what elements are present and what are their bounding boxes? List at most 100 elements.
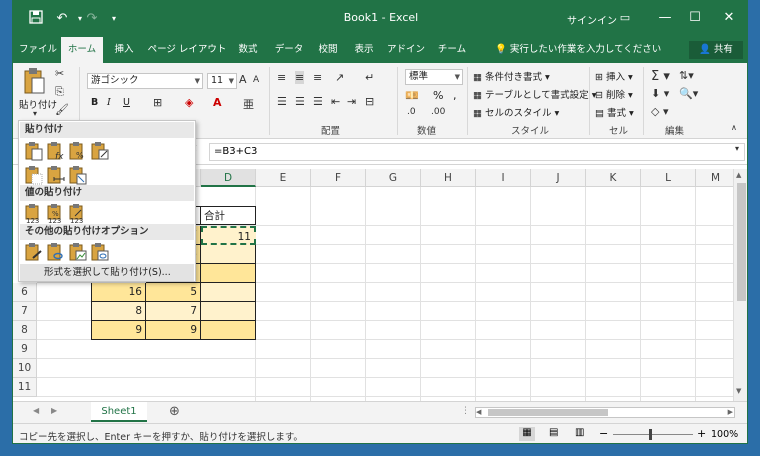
increase-decimal-icon[interactable]: .0 xyxy=(407,107,416,117)
align-center-icon[interactable]: ☰ xyxy=(295,95,305,108)
find-select-icon[interactable]: 🔍▾ xyxy=(679,87,698,100)
cell-d2[interactable]: 11 xyxy=(201,226,256,245)
decrease-indent-icon[interactable]: ⇤ xyxy=(331,95,340,108)
phonetic-icon[interactable]: 亜 xyxy=(243,96,254,112)
paste-transpose-icon[interactable] xyxy=(69,165,87,185)
decrease-decimal-icon[interactable]: .00 xyxy=(431,107,445,117)
tab-view[interactable]: 表示 xyxy=(347,37,381,63)
column-header-m[interactable]: M xyxy=(696,169,733,187)
row-header-8[interactable]: 8 xyxy=(13,321,37,340)
vertical-scrollbar[interactable]: ▲ ▼ xyxy=(733,169,747,401)
zoom-in-button[interactable]: + xyxy=(697,427,706,440)
autosum-icon[interactable]: Σ ▾ xyxy=(651,69,670,84)
paste-picture-icon[interactable] xyxy=(69,242,87,262)
italic-button[interactable]: I xyxy=(107,97,111,108)
tab-home[interactable]: ホーム xyxy=(61,37,103,63)
zoom-slider[interactable] xyxy=(613,434,693,435)
normal-view-icon[interactable]: ▦ xyxy=(519,427,535,441)
column-header-l[interactable]: L xyxy=(641,169,696,187)
bold-button[interactable]: B xyxy=(91,97,98,108)
align-bottom-icon[interactable]: ≡ xyxy=(313,71,322,84)
row-header-9[interactable]: 9 xyxy=(13,340,37,359)
scroll-up-icon[interactable]: ▲ xyxy=(736,171,741,179)
orientation-icon[interactable]: ↗ xyxy=(335,71,344,84)
cell-d1[interactable]: 合計 xyxy=(201,206,256,225)
tab-data[interactable]: データ xyxy=(269,37,309,63)
row-header-11[interactable]: 11 xyxy=(13,378,37,397)
decrease-font-icon[interactable]: A xyxy=(253,75,259,85)
paste-no-borders-icon[interactable] xyxy=(25,165,43,185)
paste-link-icon[interactable] xyxy=(47,242,65,262)
page-layout-view-icon[interactable]: ▤ xyxy=(549,427,558,438)
number-format-combo[interactable]: 標準 ▼ xyxy=(405,69,463,85)
format-painter-icon[interactable]: 🖌 xyxy=(55,103,69,116)
maximize-button[interactable]: ☐ xyxy=(683,9,707,27)
clear-icon[interactable]: ◇ ▾ xyxy=(651,105,668,118)
collapse-ribbon-icon[interactable]: ∧ xyxy=(731,123,737,132)
horizontal-scrollbar[interactable]: ◀ ▶ xyxy=(475,407,735,418)
vertical-scroll-thumb[interactable] xyxy=(737,183,746,301)
copy-icon[interactable]: ⎘ xyxy=(55,85,64,99)
paste-icon[interactable] xyxy=(25,141,43,161)
format-cells-button[interactable]: ▤ 書式 ▾ xyxy=(595,105,634,119)
paste-formatting-icon[interactable] xyxy=(25,242,43,262)
tab-file[interactable]: ファイル xyxy=(17,37,59,63)
tab-insert[interactable]: 挿入 xyxy=(107,37,141,63)
cell-c6[interactable]: 5 xyxy=(146,283,201,302)
column-header-d[interactable]: D xyxy=(201,169,256,187)
format-as-table-button[interactable]: ▦ テーブルとして書式設定 ▾ xyxy=(473,87,596,101)
expand-formula-icon[interactable]: ▾ xyxy=(735,144,739,153)
align-left-icon[interactable]: ☰ xyxy=(277,95,287,108)
increase-indent-icon[interactable]: ⇥ xyxy=(347,95,356,108)
formula-input[interactable]: =B3+C3 xyxy=(209,143,745,161)
paste-keep-source-format-icon[interactable] xyxy=(91,141,109,161)
percent-button[interactable]: % xyxy=(433,89,443,102)
horizontal-scroll-thumb[interactable] xyxy=(488,409,608,416)
tab-addins[interactable]: アドイン xyxy=(383,37,429,63)
scroll-right-icon[interactable]: ▶ xyxy=(728,408,733,416)
currency-icon[interactable]: 💴 xyxy=(405,89,419,102)
increase-font-icon[interactable]: A xyxy=(239,73,247,86)
cut-icon[interactable]: ✂ xyxy=(55,67,64,80)
add-sheet-button[interactable]: ⊕ xyxy=(169,404,180,419)
scroll-left-icon[interactable]: ◀ xyxy=(476,408,481,416)
cell-d7[interactable] xyxy=(201,302,256,321)
tab-team[interactable]: チーム xyxy=(431,37,473,63)
wrap-text-icon[interactable]: ↵ xyxy=(365,71,374,84)
align-right-icon[interactable]: ☰ xyxy=(313,95,323,108)
sheet-next-icon[interactable]: ▶ xyxy=(51,406,57,415)
scroll-down-icon[interactable]: ▼ xyxy=(736,387,741,395)
ribbon-display-icon[interactable]: ▭ xyxy=(613,9,637,27)
fill-icon[interactable]: ⬇ ▾ xyxy=(651,87,669,100)
column-header-h[interactable]: H xyxy=(421,169,476,187)
underline-button[interactable]: U xyxy=(123,97,130,108)
column-header-f[interactable]: F xyxy=(311,169,366,187)
paste-values-number-format-icon[interactable]: % 123 xyxy=(47,203,65,225)
insert-cells-button[interactable]: ⊞ 挿入 ▾ xyxy=(595,69,633,83)
font-name-combo[interactable]: 游ゴシック ▼ xyxy=(87,73,203,89)
share-button[interactable]: 👤 共有 xyxy=(689,41,743,59)
zoom-slider-thumb[interactable] xyxy=(649,429,652,440)
cell-d8[interactable] xyxy=(201,321,256,340)
cell-b7[interactable]: 8 xyxy=(91,302,146,321)
cell-styles-button[interactable]: ▦ セルのスタイル ▾ xyxy=(473,105,559,119)
paste-keep-widths-icon[interactable] xyxy=(47,165,65,185)
paste-special-menu-item[interactable]: 形式を選択して貼り付け(S)... xyxy=(20,264,194,281)
row-header-6[interactable]: 6 xyxy=(13,283,37,302)
cell-b8[interactable]: 9 xyxy=(91,321,146,340)
page-break-view-icon[interactable]: ▥ xyxy=(575,427,584,438)
cell-d4[interactable] xyxy=(201,264,256,283)
paste-formulas-number-format-icon[interactable]: % xyxy=(69,141,87,161)
paste-icon[interactable] xyxy=(21,67,47,97)
sheet-prev-icon[interactable]: ◀ xyxy=(33,406,39,415)
paste-formulas-icon[interactable]: fx xyxy=(47,141,65,162)
align-middle-icon[interactable]: ≡ xyxy=(295,71,305,84)
column-header-k[interactable]: K xyxy=(586,169,641,187)
row-header-10[interactable]: 10 xyxy=(13,359,37,378)
tab-page-layout[interactable]: ページ レイアウト xyxy=(145,37,229,63)
tell-me-box[interactable]: 💡 実行したい作業を入力してください xyxy=(495,37,661,63)
delete-cells-button[interactable]: ⊟ 削除 ▾ xyxy=(595,87,633,101)
paste-label[interactable]: 貼り付け xyxy=(19,97,57,111)
cell-d3[interactable] xyxy=(201,245,256,264)
tab-formulas[interactable]: 数式 xyxy=(231,37,265,63)
